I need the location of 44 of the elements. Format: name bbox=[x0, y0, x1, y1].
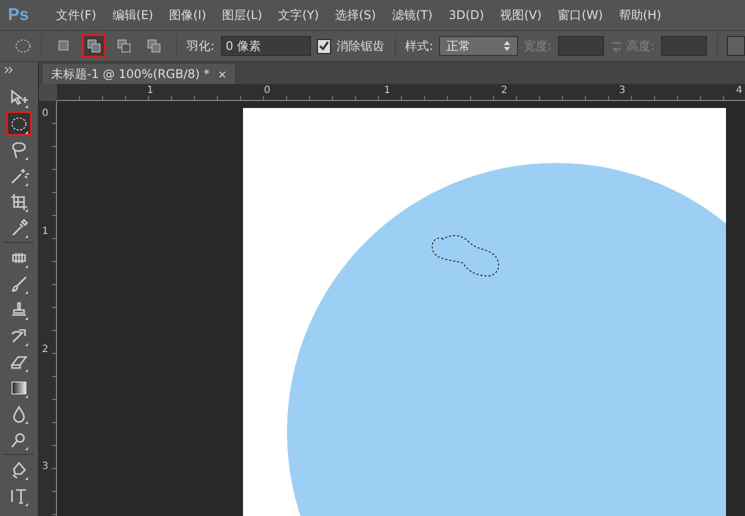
feather-label: 羽化: bbox=[186, 38, 215, 54]
brush-tool-icon bbox=[9, 274, 29, 294]
ruler-number: 3 bbox=[619, 85, 626, 96]
menu-item[interactable]: 视图(V) bbox=[492, 6, 550, 24]
style-select[interactable]: 正常 bbox=[439, 36, 518, 56]
selection-mode-button[interactable] bbox=[82, 34, 106, 58]
menu-item[interactable]: 图层(L) bbox=[214, 6, 270, 24]
menu-item[interactable]: 文件(F) bbox=[48, 6, 104, 24]
antialias-checkbox[interactable] bbox=[316, 38, 331, 54]
squares-icon bbox=[114, 37, 133, 55]
ruler-number: 1 bbox=[384, 85, 390, 96]
menu-item[interactable]: 窗口(W) bbox=[550, 6, 611, 24]
collapse-icon[interactable] bbox=[4, 66, 14, 74]
menu-item[interactable]: 编辑(E) bbox=[104, 6, 162, 24]
ruler-number: 3 bbox=[42, 461, 48, 472]
selection-outline bbox=[432, 235, 500, 276]
ruler-number: 2 bbox=[42, 344, 48, 355]
menu-item[interactable]: 选择(S) bbox=[326, 6, 384, 24]
ruler-number: 4 bbox=[736, 85, 742, 96]
squares-icon bbox=[84, 37, 103, 55]
squares-icon bbox=[144, 37, 163, 55]
menu-item[interactable]: 帮助(H) bbox=[610, 6, 670, 24]
app-logo[interactable]: Ps bbox=[0, 5, 48, 25]
menu-item[interactable]: 滤镜(T) bbox=[384, 6, 441, 24]
ruler-number: 1 bbox=[42, 226, 48, 237]
menu-item[interactable]: 图像(I) bbox=[161, 6, 214, 24]
ruler-number: 0 bbox=[264, 85, 270, 96]
style-label: 样式: bbox=[405, 38, 434, 54]
move-tool-icon bbox=[9, 88, 29, 108]
antialias-label: 消除锯齿 bbox=[336, 38, 385, 54]
crop-tool-icon bbox=[9, 192, 29, 212]
menu-item[interactable]: 文字(Y) bbox=[270, 6, 327, 24]
tool-button[interactable] bbox=[6, 111, 32, 136]
feather-input[interactable]: 0 像素 bbox=[220, 36, 311, 56]
ruler-number: 2 bbox=[501, 85, 508, 96]
close-tab-button[interactable]: × bbox=[218, 68, 227, 80]
ruler-number: 1 bbox=[147, 85, 154, 96]
menu-item[interactable]: 3D(D) bbox=[440, 8, 492, 22]
document-tab[interactable]: 未标题-1 @ 100%(RGB/8) * × bbox=[43, 64, 235, 84]
ruler-number: 0 bbox=[42, 108, 48, 119]
up-down-arrows-icon bbox=[502, 40, 510, 52]
stamp-tool-icon bbox=[9, 300, 29, 320]
lasso-tool-icon bbox=[9, 140, 29, 160]
ellipse-preset-icon[interactable] bbox=[14, 37, 32, 55]
